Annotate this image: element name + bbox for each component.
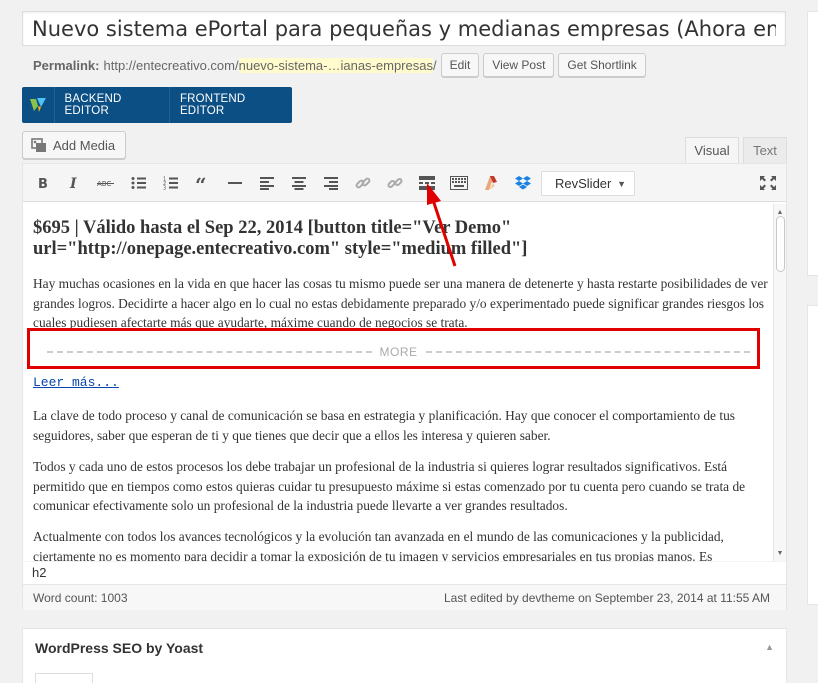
permalink-row: Permalink: http://entecreativo.com/nuevo… [33,53,646,77]
sidebar-box-publish [807,11,818,276]
last-edited: Last edited by devtheme on September 23,… [444,590,770,605]
paragraph-3: Todos y cada uno de estos procesos los d… [33,459,746,513]
svg-text:B: B [38,177,48,190]
seo-tab[interactable] [35,673,93,683]
permalink-trail: / [432,57,437,73]
more-tag-divider[interactable]: MORE [47,345,750,359]
italic-icon[interactable]: I [65,173,85,193]
revslider-icon[interactable] [481,173,501,193]
insert-more-icon[interactable] [417,173,437,193]
composer-bar: BACKEND EDITOR FRONTEND EDITOR [22,87,292,123]
add-media-button[interactable]: Add Media [22,131,126,159]
paragraph-2: La clave de todo proceso y canal de comu… [33,408,735,443]
media-icon [31,137,47,153]
post-status-info: Word count: 1003 Last edited by devtheme… [23,584,786,610]
toolbar-toggle-icon[interactable] [449,173,469,193]
align-center-icon[interactable] [289,173,309,193]
tab-text[interactable]: Text [743,137,787,164]
content-heading: $695 | Válido hasta el Sep 22, 2014 [but… [33,218,528,259]
insert-link-icon[interactable] [353,173,373,193]
fullscreen-icon[interactable] [758,173,778,193]
bold-icon[interactable]: B [34,173,54,193]
align-left-icon[interactable] [257,173,277,193]
title-field-wrapper [22,11,786,46]
blockquote-icon[interactable]: “ [193,173,213,193]
element-path[interactable]: h2 [23,561,786,583]
editor-toolbar: B I ABC 123 “ [23,164,786,202]
seo-metabox-title: WordPress SEO by Yoast [35,640,204,656]
permalink-label: Permalink: [33,57,100,73]
read-more-link[interactable]: Leer más... [33,375,119,390]
numbered-list-icon[interactable]: 123 [161,173,181,193]
revslider-label: RevSlider [555,176,612,191]
bullet-list-icon[interactable] [129,173,149,193]
view-post-button[interactable]: View Post [483,53,555,77]
paragraph-1: Hay muchas ocasiones en la vida en que h… [33,276,768,330]
svg-text:“: “ [195,176,207,190]
align-right-icon[interactable] [321,173,341,193]
strikethrough-icon[interactable]: ABC [96,173,116,193]
svg-text:I: I [69,176,77,190]
edit-permalink-button[interactable]: Edit [440,53,480,77]
scroll-thumb[interactable] [776,216,785,272]
chevron-down-icon: ▼ [617,178,626,189]
permalink-base: http://entecreativo.com/ [103,57,239,73]
composer-logo-icon [22,87,55,123]
get-shortlink-button[interactable]: Get Shortlink [558,53,646,77]
word-count: Word count: 1003 [33,590,128,605]
paragraph-4: Actualmente con todos los avances tecnol… [33,529,724,561]
collapse-toggle-icon[interactable]: ▲ [765,642,774,652]
more-dash-right [425,351,750,353]
post-editor: B I ABC 123 “ [22,163,787,610]
svg-text:3: 3 [163,186,166,191]
tab-visual[interactable]: Visual [685,137,739,164]
scroll-down-icon[interactable]: ▼ [774,547,786,559]
sidebar-box-secondary [807,305,818,605]
more-dash-left [47,351,372,353]
horizontal-rule-icon[interactable] [225,173,245,193]
post-title-input[interactable] [23,12,785,45]
more-label: MORE [379,345,418,359]
remove-link-icon[interactable] [385,173,405,193]
backend-editor-button[interactable]: BACKEND EDITOR [55,87,170,123]
dropbox-icon[interactable] [513,173,533,193]
editor-scrollbar[interactable]: ▲ ▼ [773,204,786,561]
frontend-editor-button[interactable]: FRONTEND EDITOR [170,87,292,123]
editor-content[interactable]: $695 | Válido hasta el Sep 22, 2014 [but… [23,203,773,561]
permalink-slug[interactable]: nuevo-sistema-…ianas-empresas [238,57,433,73]
revslider-dropdown[interactable]: RevSlider ▼ [541,171,635,196]
seo-metabox: WordPress SEO by Yoast ▲ [22,628,787,683]
add-media-label: Add Media [53,137,116,153]
